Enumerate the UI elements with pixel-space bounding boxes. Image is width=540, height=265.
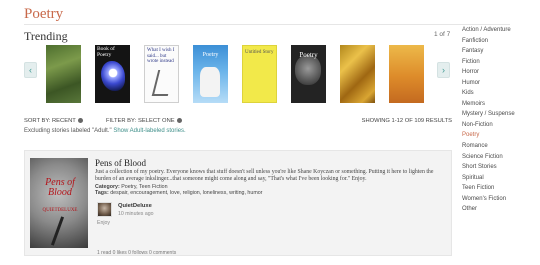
sidebar-item-romance[interactable]: Romance: [462, 141, 536, 152]
sidebar-item-spiritual[interactable]: Spiritual: [462, 173, 536, 184]
sidebar-item-mystery-suspense[interactable]: Mystery / Suspense: [462, 109, 536, 120]
sort-label: SORT BY:: [24, 118, 51, 124]
avatar[interactable]: [97, 202, 112, 217]
story-stats: 1 read 0 likes 0 follows 0 comments: [97, 250, 177, 256]
tags-label: Tags:: [95, 190, 109, 196]
book-cover-title: Poetry: [202, 52, 219, 58]
filter-label: FILTER BY:: [106, 118, 137, 124]
chevron-down-icon: [177, 118, 183, 123]
sort-value: RECENT: [52, 118, 76, 125]
book-cover-title: Untitled Story: [245, 50, 274, 55]
sidebar-item-action-adventure[interactable]: Action / Adventure: [462, 25, 536, 36]
story-card: Pens of Blood QUIETDELUXE Pens of Blood …: [24, 150, 452, 256]
book-cover[interactable]: Poetry: [291, 45, 326, 103]
story-note: Enjoy: [97, 220, 110, 226]
list-controls: SORT BY: RECENT FILTER BY: SELECT ONE SH…: [24, 118, 452, 128]
book-cover-title: Book of Poetry: [97, 46, 115, 58]
story-title[interactable]: Pens of Blood: [95, 158, 146, 168]
sidebar-item-fanfiction[interactable]: Fanfiction: [462, 36, 536, 47]
filter-dropdown[interactable]: SELECT ONE: [138, 118, 183, 125]
pen-illustration: [50, 216, 65, 246]
page-title: Poetry: [24, 6, 64, 22]
adult-exclusion-notice: Excluding stories labeled "Adult." Show …: [24, 128, 186, 134]
story-cover-author: QUIETDELUXE: [42, 208, 78, 213]
cover-art: [200, 67, 220, 97]
book-cover[interactable]: [389, 45, 424, 103]
story-tags: Tags: despair, encouragement, love, reli…: [95, 190, 262, 196]
story-description: Just a collection of my poetry. Everyone…: [95, 169, 434, 182]
sidebar-item-non-fiction[interactable]: Non-Fiction: [462, 120, 536, 131]
sidebar-item-teen-fiction[interactable]: Teen Fiction: [462, 183, 536, 194]
exclusion-text: Excluding stories labeled "Adult.": [24, 128, 112, 134]
book-cover[interactable]: Poetry: [193, 45, 228, 103]
trending-next-button[interactable]: ›: [437, 62, 450, 78]
sidebar-item-short-stories[interactable]: Short Stories: [462, 162, 536, 173]
cover-art: [151, 70, 175, 96]
filter-value: SELECT ONE: [138, 118, 175, 125]
book-cover[interactable]: Book of Poetry: [95, 45, 130, 103]
chevron-right-icon: ›: [442, 65, 445, 75]
genre-sidebar: Action / Adventure Fanfiction Fantasy Fi…: [462, 25, 536, 215]
author-name[interactable]: QuietDeluxe: [118, 203, 152, 209]
book-cover[interactable]: [46, 45, 81, 103]
chevron-left-icon: ‹: [29, 65, 32, 75]
sidebar-item-womens-fiction[interactable]: Women's Fiction: [462, 194, 536, 205]
chevron-down-icon: [78, 118, 84, 123]
sidebar-item-fantasy[interactable]: Fantasy: [462, 46, 536, 57]
story-cover-title: Pens of Blood: [45, 177, 75, 198]
trending-heading: Trending: [24, 29, 68, 43]
trending-prev-button[interactable]: ‹: [24, 62, 37, 78]
sidebar-item-memoirs[interactable]: Memoirs: [462, 99, 536, 110]
sidebar-item-kids[interactable]: Kids: [462, 88, 536, 99]
book-cover[interactable]: [340, 45, 375, 103]
book-cover-title: Poetry: [299, 51, 318, 59]
book-cover[interactable]: What I wish I said... but wrote instead: [144, 45, 179, 103]
sidebar-item-horror[interactable]: Horror: [462, 67, 536, 78]
results-count: SHOWING 1-12 OF 109 RESULTS: [361, 118, 452, 124]
sidebar-item-humor[interactable]: Humor: [462, 78, 536, 89]
cover-art: [295, 55, 321, 85]
story-cover[interactable]: Pens of Blood QUIETDELUXE: [30, 158, 88, 248]
author-time: 10 minutes ago: [118, 211, 154, 217]
sidebar-item-other[interactable]: Other: [462, 204, 536, 215]
book-cover-title: What I wish I said... but wrote instead: [147, 48, 175, 64]
trending-pager: 1 of 7: [434, 31, 451, 38]
sidebar-item-poetry[interactable]: Poetry: [462, 130, 536, 141]
sidebar-item-science-fiction[interactable]: Science Fiction: [462, 152, 536, 163]
sort-dropdown[interactable]: RECENT: [52, 118, 84, 125]
tags-value: despair, encouragement, love, religion, …: [110, 190, 263, 196]
book-cover[interactable]: Untitled Story: [242, 45, 277, 103]
cover-art: [101, 61, 125, 91]
header-divider: [24, 24, 510, 25]
show-adult-link[interactable]: Show Adult-labeled stories.: [113, 128, 185, 134]
sidebar-item-fiction[interactable]: Fiction: [462, 57, 536, 68]
